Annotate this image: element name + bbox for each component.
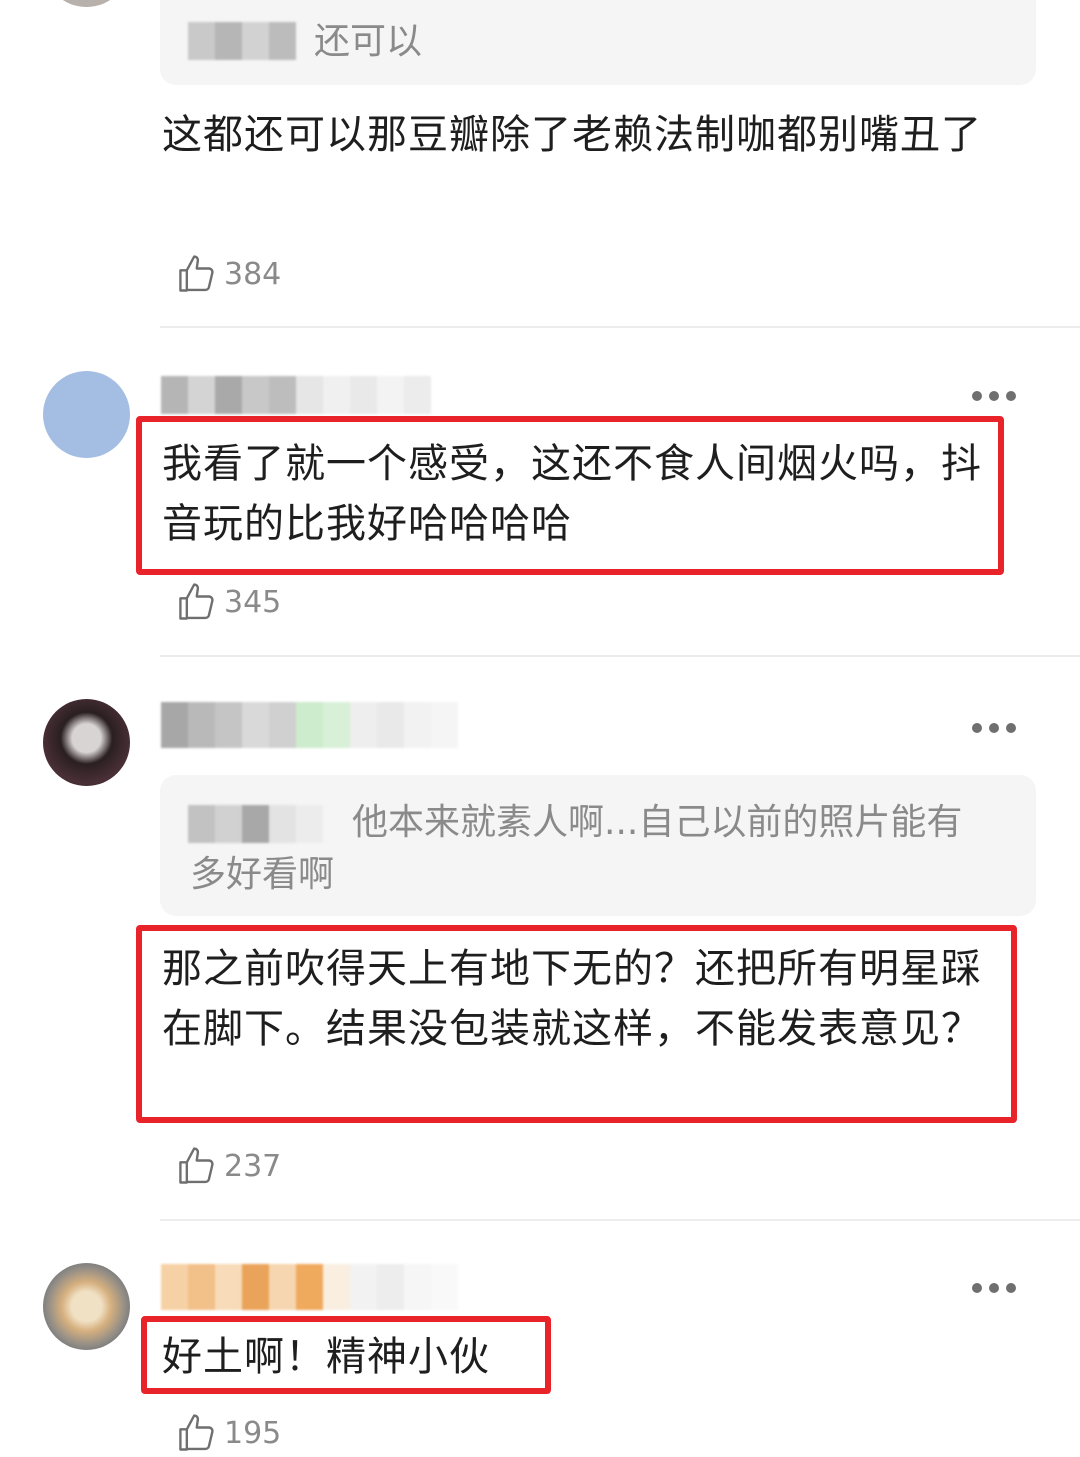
like-button[interactable]: 384 bbox=[174, 250, 281, 298]
comment-text: 我看了就一个感受，这还不食人间烟火吗，抖音玩的比我好哈哈哈哈 bbox=[162, 441, 982, 547]
like-button[interactable]: 345 bbox=[174, 578, 281, 626]
thumbs-up-icon bbox=[179, 1147, 214, 1184]
thumbs-up-icon bbox=[179, 583, 214, 620]
quote-text: 还可以 bbox=[314, 21, 423, 62]
quote-text: 他本来就素人啊...自己以前的照片能有多好看啊 bbox=[190, 802, 963, 895]
comment-text: 那之前吹得天上有地下无的？还把所有明星踩在脚下。结果没包装就这样，不能发表意见？ bbox=[162, 946, 982, 1052]
like-count: 345 bbox=[224, 584, 282, 620]
comment-text: 这都还可以那豆瓣除了老赖法制咖都别嘴丑了 bbox=[162, 112, 982, 158]
like-button[interactable]: 237 bbox=[174, 1142, 281, 1190]
like-count: 384 bbox=[224, 256, 282, 292]
quoted-reply: 还可以 bbox=[160, 0, 1036, 85]
like-count: 237 bbox=[224, 1148, 282, 1184]
divider bbox=[160, 655, 1080, 657]
avatar[interactable] bbox=[43, 371, 130, 458]
quoted-reply: 他本来就素人啊...自己以前的照片能有多好看啊 bbox=[160, 775, 1036, 916]
comment-text: 好土啊！精神小伙 bbox=[162, 1334, 490, 1380]
like-button[interactable]: 195 bbox=[174, 1409, 281, 1457]
avatar[interactable] bbox=[43, 0, 130, 7]
more-options-icon[interactable] bbox=[972, 389, 1016, 403]
divider bbox=[160, 1219, 1080, 1221]
blurred-username bbox=[188, 22, 296, 60]
more-options-icon[interactable] bbox=[972, 721, 1016, 735]
avatar[interactable] bbox=[43, 699, 130, 786]
blurred-username bbox=[161, 702, 458, 748]
thumbs-up-icon bbox=[179, 255, 214, 292]
thumbs-up-icon bbox=[179, 1414, 214, 1451]
more-options-icon[interactable] bbox=[972, 1281, 1016, 1295]
like-count: 195 bbox=[224, 1415, 282, 1451]
blurred-username bbox=[161, 1264, 458, 1310]
blurred-username bbox=[161, 376, 431, 414]
divider bbox=[160, 326, 1080, 328]
avatar[interactable] bbox=[43, 1263, 130, 1350]
